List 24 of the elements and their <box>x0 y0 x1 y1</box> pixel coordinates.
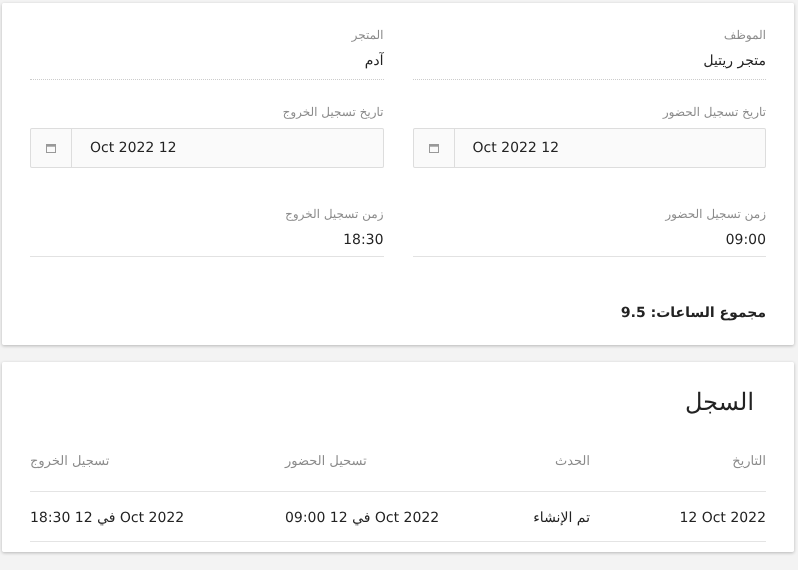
table-cell: تم الإنشاء <box>533 510 590 526</box>
column-header: تسجيل الخروج <box>30 454 110 469</box>
calendar-icon[interactable] <box>428 143 438 153</box>
field-label: زمن تسجيل الخروج <box>285 206 384 223</box>
value-text: متجر ريتيل <box>412 45 766 80</box>
calendar-icon[interactable] <box>46 143 56 153</box>
date-field[interactable]: Oct 2022 12 <box>30 128 384 168</box>
field-label: المتجر <box>352 27 384 44</box>
field-label: تاريخ تسجيل الحضور <box>662 104 766 121</box>
column-header: الحدث <box>554 454 590 469</box>
time-field[interactable]: 18:30 <box>30 224 384 257</box>
total-hours: مجموع الساعات: 9.5 <box>620 305 766 321</box>
column-header: التاريخ <box>732 454 766 469</box>
table-cell: 12 Oct 2022 <box>679 510 766 526</box>
table-cell: 09:00 في 12 Oct 2022 <box>285 510 440 526</box>
date-field[interactable]: Oct 2022 12 <box>412 128 766 168</box>
section-title: السجل <box>684 388 754 416</box>
field-label: تاريخ تسجيل الخروج <box>282 104 384 121</box>
time-field[interactable]: 09:00 <box>412 224 766 257</box>
value-text: آدم <box>30 45 384 80</box>
table-cell: 18:30 في 12 Oct 2022 <box>30 510 184 526</box>
column-header: تسحيل الحضور <box>285 454 367 469</box>
field-label: زمن تسجيل الحضور <box>665 206 766 223</box>
field-label: الموظف <box>724 27 766 44</box>
